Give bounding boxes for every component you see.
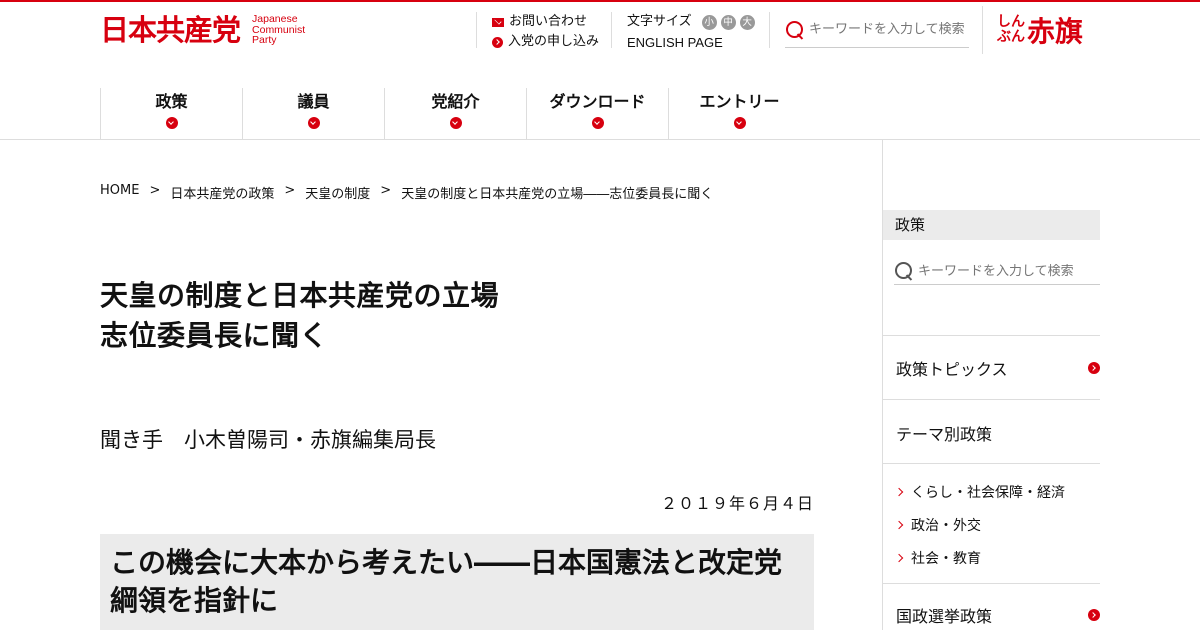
sidebar-sub-item-living[interactable]: くらし・社会保障・経済 (894, 482, 1065, 502)
utility-links: お問い合わせ 入党の申し込み (476, 12, 599, 49)
font-size-large-button[interactable]: 大 (739, 14, 755, 30)
font-size-controls: 文字サイズ 小 中 大 ENGLISH PAGE (611, 12, 755, 50)
arrow-circle-icon (492, 36, 503, 48)
breadcrumb-separator: > (380, 183, 392, 198)
article-date: ２０１９年６月４日 (660, 494, 814, 513)
nav-item-about[interactable]: 党紹介 (384, 88, 526, 139)
sidebar-divider (883, 583, 1100, 584)
logo-japanese: 日本共産党 (100, 13, 241, 47)
arrow-circle-icon (1088, 609, 1100, 621)
sidebar-divider (883, 335, 1100, 336)
sidebar-link-election-policy[interactable]: 国政選挙政策 (883, 600, 1100, 630)
chevron-down-icon (591, 117, 604, 129)
breadcrumb: HOME > 日本共産党の政策 > 天皇の制度 > 天皇の制度と日本共産党の立場… (100, 183, 713, 202)
chevron-right-icon (894, 553, 904, 563)
breadcrumb-separator: > (284, 183, 296, 198)
chevron-down-icon (307, 117, 320, 129)
sidebar-link-theme-policy[interactable]: テーマ別政策 (883, 418, 1100, 448)
chevron-right-icon (894, 520, 904, 530)
breadcrumb-emperor-system[interactable]: 天皇の制度 (305, 183, 370, 202)
chevron-down-icon (733, 117, 746, 129)
sidebar-divider (883, 399, 1100, 400)
breadcrumb-current: 天皇の制度と日本共産党の立場――志位委員長に聞く (401, 187, 714, 202)
top-accent-line (0, 0, 1200, 2)
nav-item-entry[interactable]: エントリー (668, 88, 810, 139)
mail-icon (492, 17, 504, 27)
page-title: 天皇の制度と日本共産党の立場 志位委員長に聞く (100, 279, 500, 352)
arrow-circle-icon (1088, 362, 1100, 374)
chevron-down-icon (449, 117, 462, 129)
nav-item-members[interactable]: 議員 (242, 88, 384, 139)
sidebar-search-input[interactable] (918, 263, 1098, 279)
header-search-input[interactable] (809, 22, 969, 37)
sidebar-sub-item-politics[interactable]: 政治・外交 (894, 515, 981, 535)
chevron-right-icon (894, 487, 904, 497)
nav-item-download[interactable]: ダウンロード (526, 88, 668, 139)
interviewer-line: 聞き手 小木曽陽司・赤旗編集局長 (100, 428, 436, 452)
sidebar-link-policy-topics[interactable]: 政策トピックス (883, 353, 1100, 383)
sidebar-title: 政策 (883, 210, 1100, 240)
breadcrumb-separator: > (149, 183, 161, 198)
breadcrumb-policy[interactable]: 日本共産党の政策 (170, 183, 274, 202)
main-nav: 政策 議員 党紹介 ダウンロード エントリー (100, 88, 810, 140)
font-size-label: 文字サイズ (627, 14, 692, 29)
section-heading: この機会に大本から考えたい――日本国憲法と改定党綱領を指針に (100, 534, 814, 630)
contact-link[interactable]: お問い合わせ (492, 12, 599, 32)
akahata-logo[interactable]: しん ぶん 赤旗 (982, 6, 1083, 54)
site-logo[interactable]: 日本共産党 Japanese Communist Party (100, 14, 305, 46)
sidebar-divider (883, 463, 1100, 464)
english-page-link[interactable]: ENGLISH PAGE (627, 32, 755, 54)
font-size-medium-button[interactable]: 中 (720, 14, 736, 30)
search-icon[interactable] (785, 20, 805, 40)
header-search (769, 12, 969, 48)
join-link[interactable]: 入党の申し込み (492, 32, 599, 52)
search-icon[interactable] (894, 261, 914, 281)
logo-english: Japanese Communist Party (252, 13, 306, 46)
breadcrumb-home[interactable]: HOME (100, 183, 139, 202)
sidebar-search (894, 258, 1100, 285)
font-size-small-button[interactable]: 小 (701, 14, 717, 30)
nav-item-policy[interactable]: 政策 (100, 88, 242, 139)
chevron-down-icon (165, 117, 178, 129)
nav-divider (0, 139, 1200, 140)
sidebar-sub-item-society[interactable]: 社会・教育 (894, 548, 981, 568)
